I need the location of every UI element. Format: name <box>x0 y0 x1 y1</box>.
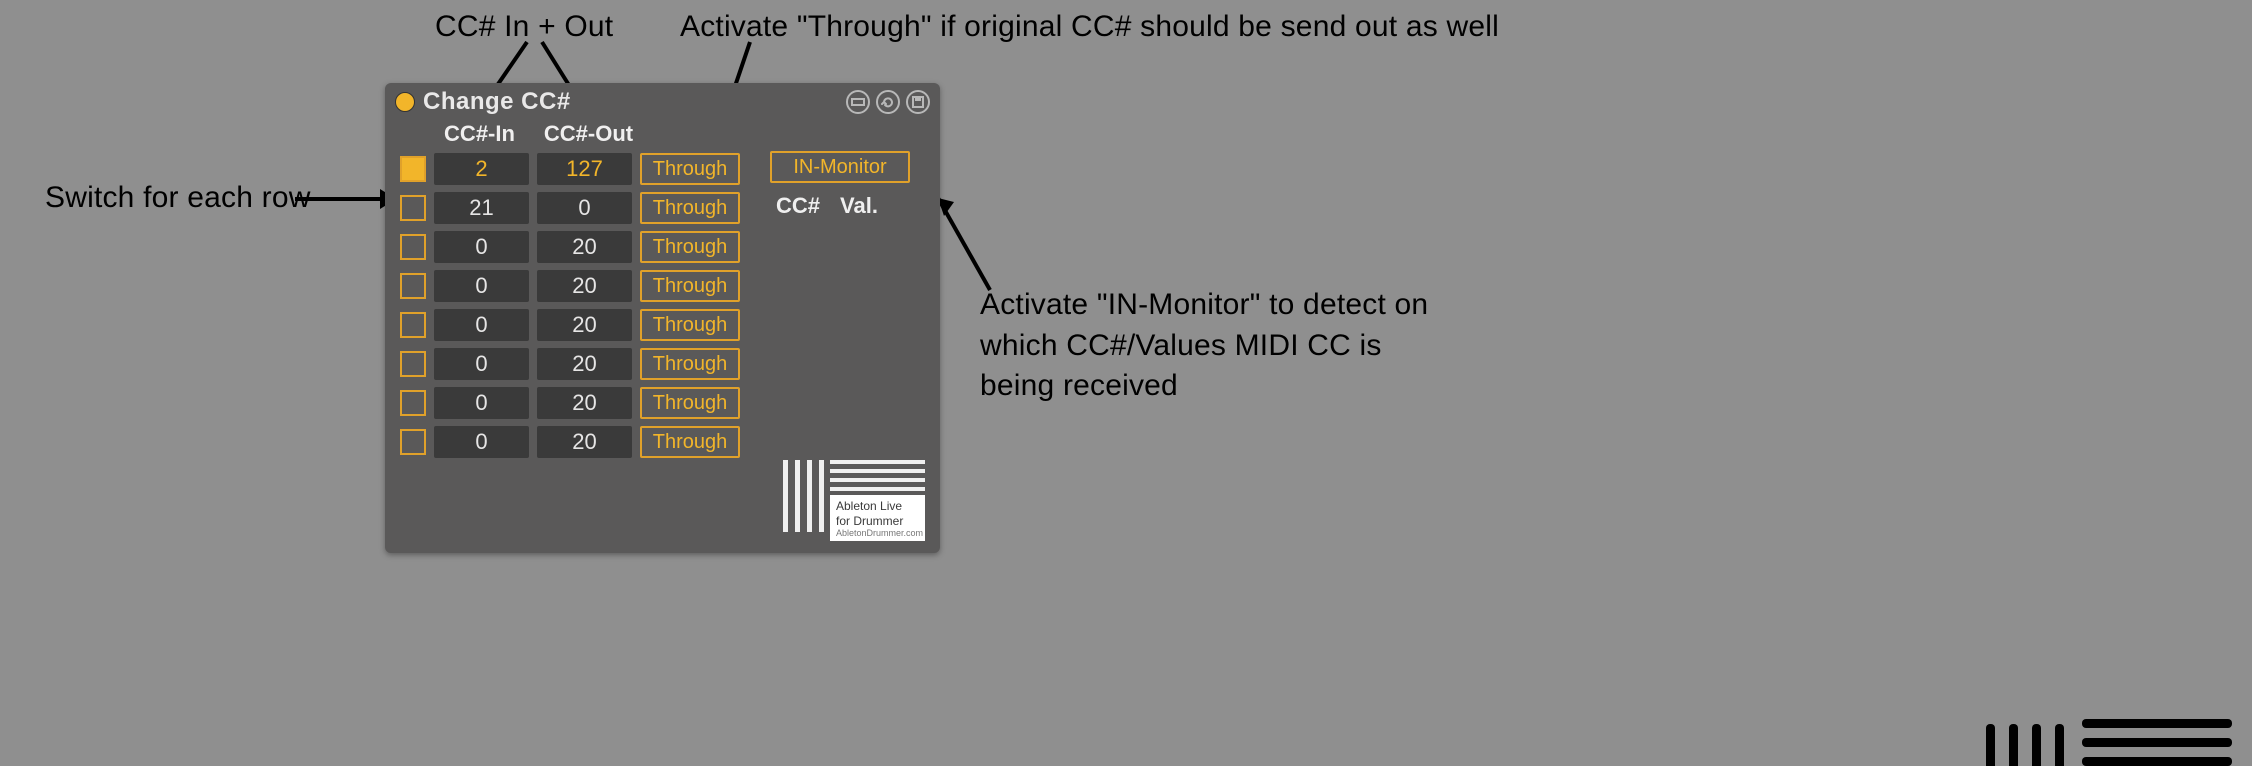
row-switch[interactable] <box>400 312 426 338</box>
device-title: Change CC# <box>423 88 838 116</box>
monitor-val-label: Val. <box>840 193 878 219</box>
header-cc-in: CC#-In <box>432 121 527 147</box>
annotation-switch-row: Switch for each row <box>45 181 311 215</box>
arrow-in-monitor <box>930 190 1050 300</box>
through-button[interactable]: Through <box>640 309 740 341</box>
cc-in-value[interactable]: 0 <box>434 426 529 458</box>
through-button[interactable]: Through <box>640 387 740 419</box>
cc-out-value[interactable]: 20 <box>537 309 632 341</box>
row-switch[interactable] <box>400 273 426 299</box>
in-monitor-button[interactable]: IN-Monitor <box>770 151 910 183</box>
cc-out-value[interactable]: 0 <box>537 192 632 224</box>
cc-mapping-block: CC#-In CC#-Out 2 127 Through 21 0 Throug… <box>400 121 740 465</box>
row-switch[interactable] <box>400 390 426 416</box>
annotation-in-monitor: Activate "IN-Monitor" to detect on which… <box>980 285 1460 407</box>
through-button[interactable]: Through <box>640 192 740 224</box>
annotation-through: Activate "Through" if original CC# shoul… <box>680 10 1499 44</box>
monitor-labels: CC# Val. <box>770 193 925 219</box>
cc-in-value[interactable]: 0 <box>434 348 529 380</box>
monitor-block: IN-Monitor CC# Val. <box>770 121 925 465</box>
cc-in-value[interactable]: 21 <box>434 192 529 224</box>
device-title-icons <box>846 90 930 114</box>
logo-bars-icon <box>783 460 824 541</box>
cc-row: 0 20 Through <box>400 348 740 380</box>
hot-swap-icon[interactable] <box>876 90 900 114</box>
annotation-cc-in-out: CC# In + Out <box>435 10 613 44</box>
corner-watermark <box>1986 719 2232 766</box>
device-body: CC#-In CC#-Out 2 127 Through 21 0 Throug… <box>385 121 940 477</box>
header-cc-out: CC#-Out <box>541 121 636 147</box>
cc-row: 0 20 Through <box>400 231 740 263</box>
through-button[interactable]: Through <box>640 270 740 302</box>
row-switch[interactable] <box>400 351 426 377</box>
cc-headers: CC#-In CC#-Out <box>432 121 740 147</box>
device-power-toggle[interactable] <box>395 92 415 112</box>
cc-row: 0 20 Through <box>400 309 740 341</box>
row-switch[interactable] <box>400 429 426 455</box>
row-switch[interactable] <box>400 195 426 221</box>
cc-row: 0 20 Through <box>400 426 740 458</box>
logo-line1: Ableton Live <box>836 499 919 513</box>
monitor-cc-label: CC# <box>776 193 820 219</box>
through-button[interactable]: Through <box>640 426 740 458</box>
cc-out-value[interactable]: 20 <box>537 387 632 419</box>
cc-out-value[interactable]: 20 <box>537 348 632 380</box>
row-switch[interactable] <box>400 156 426 182</box>
cc-row: 0 20 Through <box>400 387 740 419</box>
cc-out-value[interactable]: 20 <box>537 231 632 263</box>
logo-line3: AbletonDrummer.com <box>836 528 919 539</box>
cc-out-value[interactable]: 20 <box>537 426 632 458</box>
through-button[interactable]: Through <box>640 348 740 380</box>
cc-out-value[interactable]: 20 <box>537 270 632 302</box>
fold-icon[interactable] <box>846 90 870 114</box>
row-switch[interactable] <box>400 234 426 260</box>
device-change-cc: Change CC# CC#-In CC#-Out 2 127 <box>385 83 940 553</box>
cc-row: 0 20 Through <box>400 270 740 302</box>
cc-row: 2 127 Through <box>400 153 740 185</box>
device-titlebar: Change CC# <box>385 83 940 121</box>
cc-in-value[interactable]: 0 <box>434 231 529 263</box>
arrow-switch-row <box>295 197 380 201</box>
save-preset-icon[interactable] <box>906 90 930 114</box>
cc-in-value[interactable]: 0 <box>434 270 529 302</box>
logo-ableton-drummer: Ableton Live for Drummer AbletonDrummer.… <box>783 460 925 541</box>
logo-lines-icon <box>830 460 925 491</box>
cc-out-value[interactable]: 127 <box>537 153 632 185</box>
cc-in-value[interactable]: 0 <box>434 309 529 341</box>
logo-text: Ableton Live for Drummer AbletonDrummer.… <box>830 495 925 541</box>
through-button[interactable]: Through <box>640 231 740 263</box>
through-button[interactable]: Through <box>640 153 740 185</box>
cc-in-value[interactable]: 0 <box>434 387 529 419</box>
cc-row: 21 0 Through <box>400 192 740 224</box>
cc-in-value[interactable]: 2 <box>434 153 529 185</box>
logo-line2: for Drummer <box>836 514 919 528</box>
